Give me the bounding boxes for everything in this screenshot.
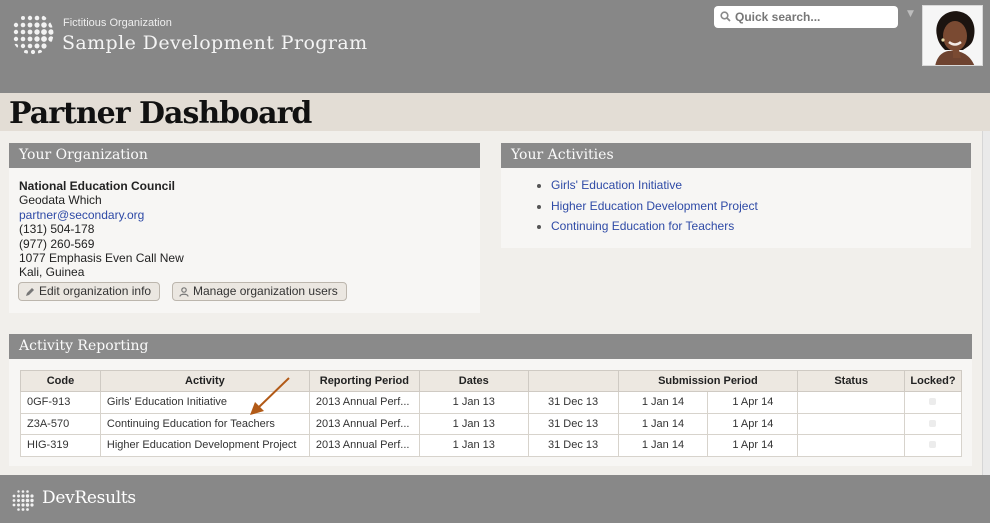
globe-logo-icon[interactable] [10,11,55,56]
reporting-period-cell: 2013 Annual Perf... [308,391,420,414]
activity-link[interactable]: Girls' Education Initiative [551,178,682,192]
date-start-cell: 1 Jan 13 [418,412,529,435]
lock-icon [929,398,937,406]
user-icon [179,286,189,297]
table-row[interactable]: HIG-319 Higher Education Development Pro… [20,434,963,457]
organization-name: National Education Council [19,179,176,193]
column-header-dates[interactable]: Dates [418,370,529,392]
code-cell: Z3A-570 [20,412,101,435]
organization-address-1: 1077 Emphasis Even Call New [19,251,184,266]
activity-link[interactable]: Continuing Education for Teachers [551,219,734,233]
bullet-icon [537,204,541,209]
your-activities-panel: Your Activities Girls' Education Initiat… [501,143,971,248]
column-header-locked[interactable]: Locked? [903,370,963,392]
your-activities-heading: Your Activities [501,143,971,168]
locked-cell [903,391,963,414]
submission-start-cell: 1 Jan 14 [617,434,709,457]
organization-email-link[interactable]: partner@secondary.org [19,208,144,222]
bullet-icon [537,225,541,229]
organization-address-2: Kali, Guinea [19,265,85,280]
activities-list: Girls' Education Initiative Higher Educa… [537,178,758,240]
bullet-icon [537,184,541,188]
status-cell [797,412,905,435]
table-header-row: Code Activity Reporting Period Dates Sub… [20,370,963,392]
activity-cell: Higher Education Development Project [99,434,310,457]
table-row[interactable]: 0GF-913 Girls' Education Initiative 2013… [20,391,963,414]
organization-phone-1: (131) 504-178 [19,222,95,237]
list-item: Girls' Education Initiative [537,178,758,199]
search-icon [720,11,731,22]
edit-organization-button[interactable]: Edit organization info [18,282,161,301]
table-row[interactable]: Z3A-570 Continuing Education for Teacher… [20,412,963,435]
column-header-code[interactable]: Code [20,370,101,392]
page-title: Partner Dashboard [9,96,312,131]
user-avatar[interactable] [922,5,983,66]
reporting-period-cell: 2013 Annual Perf... [308,434,420,457]
activity-reporting-panel: Activity Reporting Code Activity Reporti… [9,334,972,466]
submission-end-cell: 1 Apr 14 [707,434,799,457]
organization-details: National Education Council Geodata Which… [19,179,184,280]
organization-phone-2: (977) 260-569 [19,236,95,251]
date-end-cell: 31 Dec 13 [527,391,619,414]
activity-cell: Girls' Education Initiative [99,391,310,414]
quick-search[interactable] [714,6,898,28]
list-item: Higher Education Development Project [537,199,758,220]
activity-reporting-heading: Activity Reporting [9,334,972,359]
activity-cell: Continuing Education for Teachers [99,412,310,435]
date-start-cell: 1 Jan 13 [418,391,529,414]
scrollbar[interactable] [982,131,990,475]
user-photo [923,6,982,65]
edit-organization-label: Edit organization info [39,284,152,298]
footer-brand[interactable]: DevResults [42,488,136,508]
status-cell [797,391,905,414]
code-cell: HIG-319 [20,434,101,457]
program-name[interactable]: Sample Development Program [62,32,367,54]
reporting-period-cell: 2013 Annual Perf... [308,412,420,435]
your-organization-panel: Your Organization National Education Cou… [9,143,480,313]
submission-start-cell: 1 Jan 14 [617,391,709,414]
submission-start-cell: 1 Jan 14 [617,412,709,435]
column-header-activity[interactable]: Activity [99,370,310,392]
devresults-logo-icon[interactable] [10,488,36,514]
organization-subtitle: Fictitious Organization [63,17,172,29]
date-start-cell: 1 Jan 13 [418,434,529,457]
status-cell [797,434,905,457]
manage-users-label: Manage organization users [193,284,338,298]
date-end-cell: 31 Dec 13 [527,412,619,435]
organization-line: Geodata Which [19,193,102,208]
chevron-down-icon[interactable]: ▼ [907,9,914,19]
activity-link[interactable]: Higher Education Development Project [551,199,758,213]
submission-end-cell: 1 Apr 14 [707,412,799,435]
locked-cell [903,434,963,457]
column-header-dates-end [527,370,619,392]
search-input[interactable] [735,7,893,27]
submission-end-cell: 1 Apr 14 [707,391,799,414]
lock-icon [929,419,937,427]
locked-cell [903,412,963,435]
lock-icon [929,441,937,449]
code-cell: 0GF-913 [20,391,101,414]
date-end-cell: 31 Dec 13 [527,434,619,457]
list-item: Continuing Education for Teachers [537,219,758,240]
pencil-icon [26,287,34,296]
column-header-submission-period[interactable]: Submission Period [617,370,799,392]
footer [0,475,990,523]
manage-users-button[interactable]: Manage organization users [172,282,347,301]
column-header-reporting-period[interactable]: Reporting Period [308,370,420,392]
your-organization-heading: Your Organization [9,143,480,168]
activity-reporting-table: Code Activity Reporting Period Dates Sub… [20,370,963,457]
column-header-status[interactable]: Status [797,370,905,392]
